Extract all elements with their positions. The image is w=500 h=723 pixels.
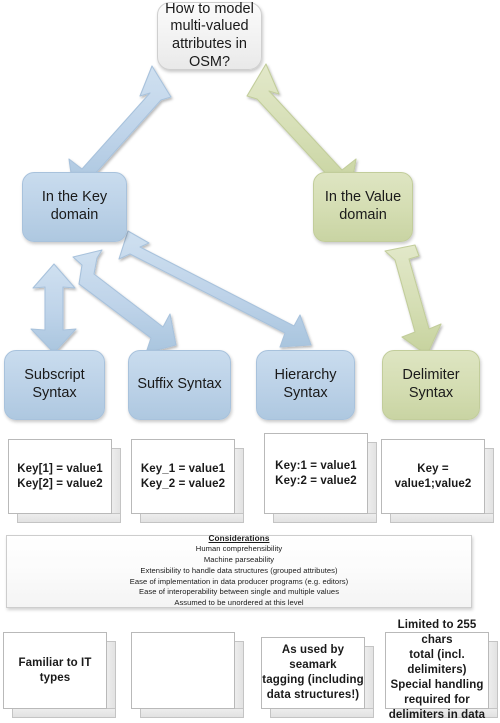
consideration-item: Extensibility to handle data structures … — [140, 565, 338, 575]
example-code-delimiter: Key = value1;value2 — [381, 439, 485, 514]
card-side-bottom — [273, 514, 377, 523]
note-text-delimiter: Limited to 255 chars total (incl. delimi… — [385, 619, 489, 721]
arrow-key-to-suffix — [72, 249, 177, 354]
card-side-bottom — [17, 514, 121, 523]
example-code-hierarchy: Key:1 = value1 Key:2 = value2 — [264, 433, 368, 514]
card-side-bottom — [390, 514, 494, 523]
note-card-subscript: Familiar to IT types — [3, 632, 116, 718]
considerations-title: Considerations — [208, 534, 270, 544]
card-side-right — [489, 641, 498, 709]
node-delimiter-syntax[interactable]: Delimiter Syntax — [382, 350, 480, 420]
arrow-value-to-delimiter — [384, 244, 442, 356]
card-side-bottom — [270, 709, 374, 718]
note-text-hierarchy: As used by seamark tagging (including da… — [261, 637, 365, 709]
arrow-key-to-subscript — [30, 263, 77, 354]
card-side-right — [485, 448, 494, 514]
root-question-box: How to model multi-valued attributes in … — [157, 1, 262, 70]
card-side-right — [235, 641, 244, 709]
card-side-right — [235, 448, 244, 514]
consideration-item: Machine parseability — [203, 554, 275, 564]
card-side-right — [112, 448, 121, 514]
diagram-canvas: How to model multi-valued attributes in … — [0, 0, 500, 721]
consideration-item: Ease of interoperability between single … — [138, 587, 340, 597]
example-card-subscript: Key[1] = value1 Key[2] = value2 — [8, 439, 121, 523]
card-side-right — [365, 646, 374, 709]
note-text-suffix — [131, 632, 235, 709]
node-value-domain[interactable]: In the Value domain — [313, 172, 413, 242]
example-card-hierarchy: Key:1 = value1 Key:2 = value2 — [264, 433, 377, 523]
node-key-domain[interactable]: In the Key domain — [22, 172, 127, 242]
considerations-panel: Considerations Human comprehensibility M… — [6, 534, 472, 608]
node-suffix-syntax[interactable]: Suffix Syntax — [128, 350, 231, 420]
note-card-hierarchy: As used by seamark tagging (including da… — [261, 637, 374, 718]
card-side-right — [368, 442, 377, 514]
example-card-suffix: Key_1 = value1 Key_2 = value2 — [131, 439, 244, 523]
card-side-bottom — [12, 709, 116, 718]
card-side-bottom — [140, 709, 244, 718]
consideration-item: Ease of implementation in data producer … — [129, 576, 349, 586]
consideration-item: Assumed to be unordered at this level — [174, 598, 304, 608]
node-hierarchy-syntax[interactable]: Hierarchy Syntax — [256, 350, 355, 420]
note-card-delimiter: Limited to 255 chars total (incl. delimi… — [385, 619, 498, 721]
example-card-delimiter: Key = value1;value2 — [381, 439, 494, 523]
example-code-suffix: Key_1 = value1 Key_2 = value2 — [131, 439, 235, 514]
arrow-key-to-hierarchy — [118, 230, 312, 348]
card-side-right — [107, 641, 116, 709]
card-side-bottom — [140, 514, 244, 523]
example-code-subscript: Key[1] = value1 Key[2] = value2 — [8, 439, 112, 514]
note-text-subscript: Familiar to IT types — [3, 632, 107, 709]
note-card-suffix — [131, 632, 244, 718]
node-subscript-syntax[interactable]: Subscript Syntax — [4, 350, 105, 420]
consideration-item: Human comprehensibility — [195, 544, 283, 554]
